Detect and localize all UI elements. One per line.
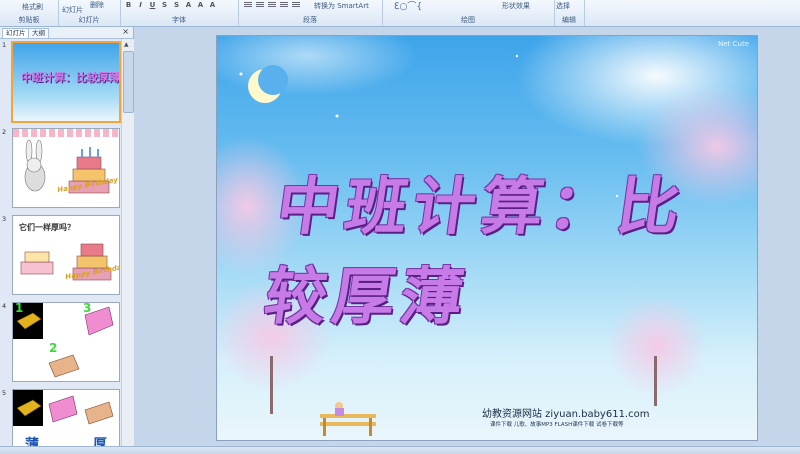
group-font: B I U S S A A A 字体 <box>120 0 239 26</box>
new-slide-button[interactable]: 幻灯片 <box>62 5 83 15</box>
watermark: Net Cute <box>718 40 749 48</box>
shape-effects-button[interactable]: 形状效果 <box>502 1 530 11</box>
char-spacing-button[interactable]: A <box>184 1 193 9</box>
tab-slides[interactable]: 幻灯片 <box>2 28 30 38</box>
book-label: 3 <box>83 302 92 315</box>
book-label: 2 <box>49 341 58 355</box>
slide-thumbnail-5[interactable]: 薄 厚 <box>12 389 120 453</box>
case-button[interactable]: A <box>196 1 205 9</box>
slide-number: 5 <box>2 389 7 397</box>
slide-thumbnail-1[interactable]: 中班计算：比较厚薄 <box>11 41 121 123</box>
group-label: 编辑 <box>562 16 576 24</box>
format-painter-button[interactable]: 格式刷 <box>22 2 43 12</box>
site-subtitle: 课件下载 儿歌、故事MP3 FLASH课件下载 试卷下载等 <box>490 422 624 428</box>
slide-number: 1 <box>2 41 7 49</box>
slide-thumbnail-2[interactable]: Happy Birthday <box>12 128 120 208</box>
panel-tabs: 幻灯片 大纲 × <box>0 27 133 39</box>
book-label: 1 <box>15 302 24 315</box>
slide-title[interactable]: 中班计算：比较厚薄 <box>259 156 754 336</box>
thumbnail-list: 1 中班计算：比较厚薄 2 Happy Birthday 3 它们一样厚吗？ H… <box>0 39 121 453</box>
close-panel-icon[interactable]: × <box>122 27 129 36</box>
group-label: 段落 <box>303 16 317 24</box>
underline-button[interactable]: U <box>148 1 157 9</box>
align-right-button[interactable] <box>268 2 276 8</box>
site-credit: 幼教资源网站 ziyuan.baby611.com <box>482 409 650 420</box>
cake-icon <box>20 243 112 281</box>
columns-button[interactable] <box>292 2 300 8</box>
group-label: 幻灯片 <box>78 16 100 24</box>
slide-number: 3 <box>2 215 7 223</box>
scroll-thumb[interactable] <box>123 51 134 113</box>
panel-scrollbar[interactable]: ▲ <box>121 39 134 453</box>
scroll-up-icon[interactable]: ▲ <box>124 41 129 48</box>
group-slides: 幻灯片 删除 幻灯片 <box>58 0 121 26</box>
group-paragraph: 转换为 SmartArt 段落 <box>238 0 383 26</box>
group-label: 剪贴板 <box>18 16 40 24</box>
cake-icon <box>68 147 110 194</box>
bold-button[interactable]: B <box>124 1 133 9</box>
books-illustration <box>13 303 114 378</box>
group-drawing: ℇ○⌒{ 形状效果 绘图 <box>382 0 555 26</box>
delete-slide-button[interactable]: 删除 <box>90 0 104 10</box>
align-left-button[interactable] <box>244 2 252 8</box>
align-center-button[interactable] <box>256 2 264 8</box>
group-label: 字体 <box>172 16 186 24</box>
italic-button[interactable]: I <box>136 1 145 9</box>
font-color-button[interactable]: A <box>208 1 217 9</box>
group-label: 绘图 <box>461 16 475 24</box>
slide-number: 2 <box>2 128 7 136</box>
ribbon: 格式刷 剪贴板 幻灯片 删除 幻灯片 B I U S S A A A 字体 转换… <box>0 0 800 27</box>
slides-panel: 幻灯片 大纲 × 1 中班计算：比较厚薄 2 Happy Birthday 3 … <box>0 27 134 453</box>
slide-number: 4 <box>2 302 7 310</box>
shadow-button[interactable]: S <box>172 1 181 9</box>
strikethrough-button[interactable]: S <box>160 1 169 9</box>
group-editing: 选择 编辑 <box>554 0 585 26</box>
shapes-gallery[interactable]: ℇ○⌒{ <box>394 0 422 12</box>
slide-thumbnail-4[interactable]: 1 3 2 <box>12 302 120 382</box>
smartart-button[interactable]: 转换为 SmartArt <box>314 1 369 11</box>
group-clipboard: 格式刷 剪贴板 <box>0 0 59 26</box>
tab-outline[interactable]: 大纲 <box>28 28 49 38</box>
thumb-title: 中班计算：比较厚薄 <box>21 71 120 84</box>
slide-canvas[interactable]: Net Cute 中班计算：比较厚薄 幼教资源网站 ziyuan.baby611… <box>216 35 758 441</box>
justify-button[interactable] <box>280 2 288 8</box>
select-button[interactable]: 选择 <box>556 1 570 11</box>
slide-thumbnail-3[interactable]: 它们一样厚吗？ Happy Birthday <box>12 215 120 295</box>
